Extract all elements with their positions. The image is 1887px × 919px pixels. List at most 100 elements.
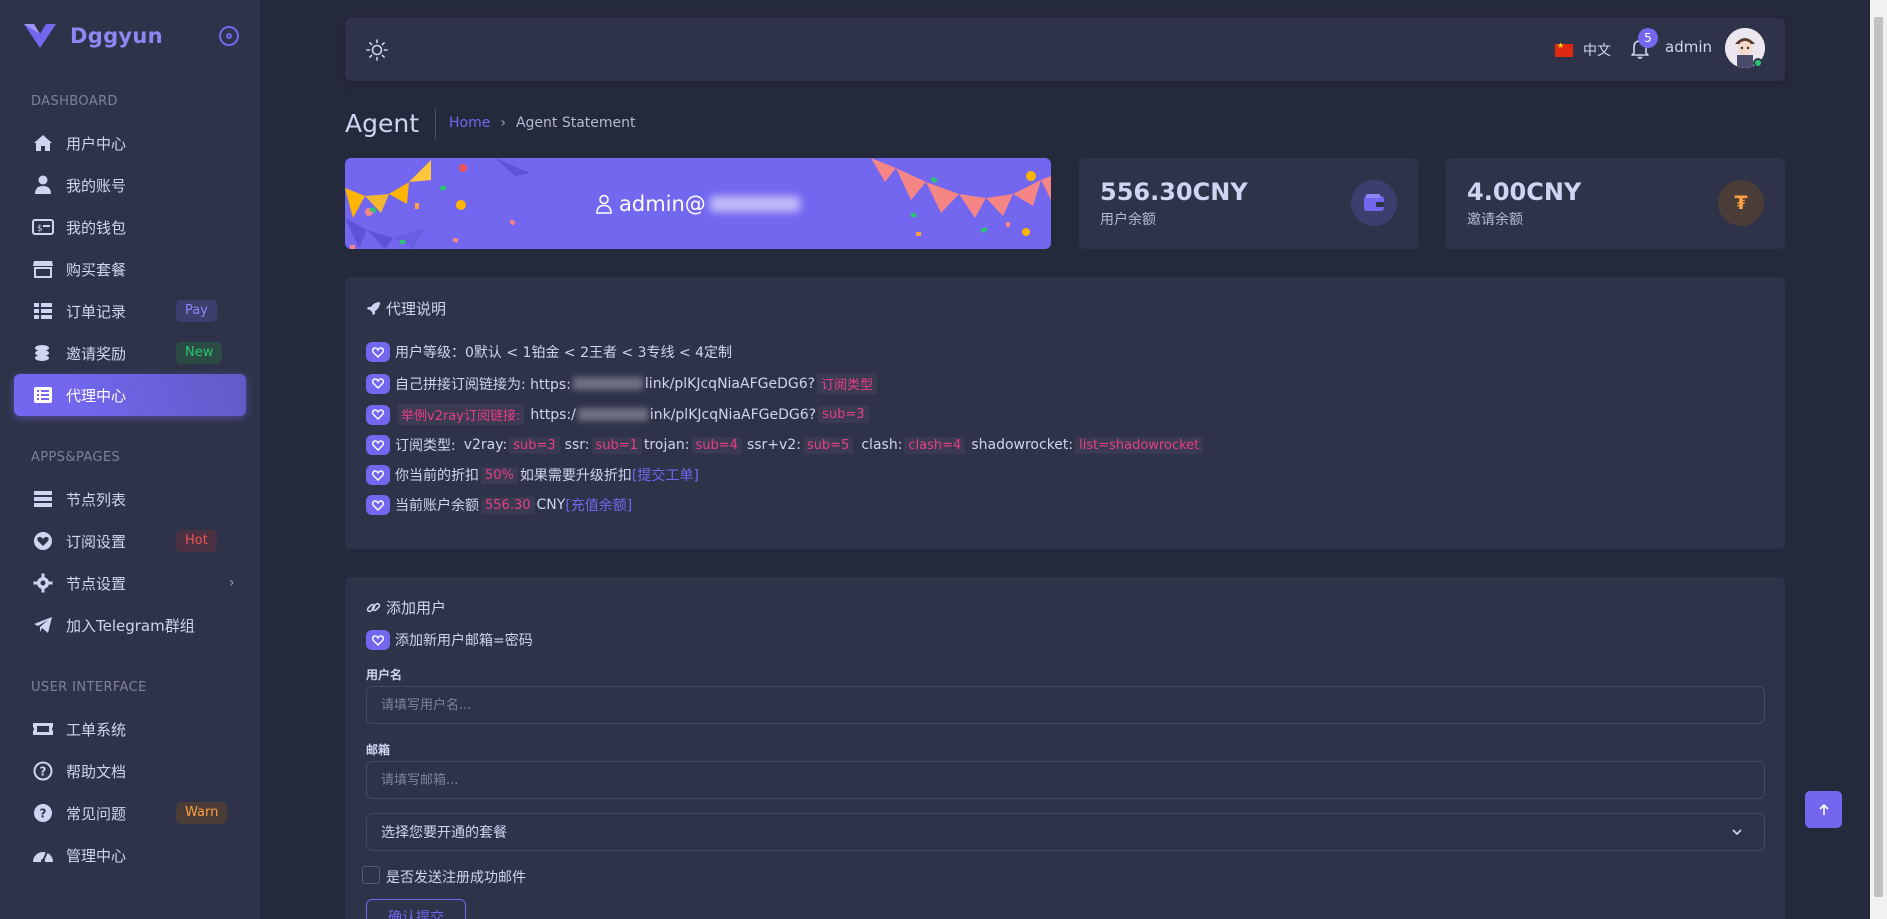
send-mail-label: 是否发送注册成功邮件 bbox=[386, 870, 526, 886]
chevron-right-icon: › bbox=[500, 115, 506, 131]
sidebar-item-telegram[interactable]: 加入Telegram群组 bbox=[14, 604, 246, 646]
svg-text:?: ? bbox=[40, 765, 47, 779]
sidebar-item-my-account[interactable]: 我的账号 bbox=[14, 164, 246, 206]
china-flag-icon bbox=[1555, 41, 1573, 57]
sidebar-item-agent-center[interactable]: 代理中心 bbox=[14, 374, 246, 416]
send-mail-checkbox[interactable] bbox=[362, 866, 380, 884]
info-line-discount: 你当前的折扣 50% 如果需要升级折扣 [提交工单] bbox=[366, 465, 699, 485]
type-code: list=shadowrocket bbox=[1075, 436, 1204, 454]
type-name: clash: bbox=[861, 437, 903, 453]
user-balance-card: 556.30CNY 用户余额 bbox=[1079, 158, 1418, 249]
hot-badge: Hot bbox=[176, 530, 217, 552]
link-icon bbox=[366, 602, 381, 613]
notification-count-badge: 5 bbox=[1638, 28, 1658, 48]
breadcrumb-home-link[interactable]: Home bbox=[449, 115, 490, 131]
brand-name: Dggyun bbox=[70, 24, 163, 48]
email-input[interactable] bbox=[366, 761, 1765, 799]
redacted-host bbox=[572, 377, 643, 390]
user-icon bbox=[31, 174, 55, 196]
heart-icon bbox=[366, 342, 390, 362]
list-table-icon bbox=[31, 300, 55, 322]
balance-prefix: 当前账户余额 bbox=[395, 498, 479, 514]
sidebar-item-my-wallet[interactable]: $ 我的钱包 bbox=[14, 206, 246, 248]
sidebar-item-subscription-settings[interactable]: 订阅设置 Hot bbox=[14, 520, 246, 562]
sidebar-item-node-list[interactable]: 节点列表 bbox=[14, 478, 246, 520]
sidebar-item-label: 常见问题 bbox=[66, 804, 127, 823]
username-label[interactable]: admin bbox=[1665, 38, 1712, 56]
sidebar-item-label: 用户中心 bbox=[66, 134, 127, 153]
submit-button[interactable]: 确认提交 bbox=[366, 899, 466, 919]
username-input[interactable] bbox=[366, 686, 1765, 724]
sidebar-item-help-docs[interactable]: ? 帮助文档 bbox=[14, 750, 246, 792]
sidebar-item-tickets[interactable]: 工单系统 bbox=[14, 708, 246, 750]
sidebar-item-label: 我的账号 bbox=[66, 176, 127, 195]
info-line-sub-link: 自己拼接订阅链接为: https: link/plKJcqNiaAFGeDG6?… bbox=[366, 373, 879, 394]
heart-circle-icon bbox=[31, 530, 55, 552]
recharge-link[interactable]: [充值余额] bbox=[565, 495, 632, 515]
add-user-panel: 添加用户 添加新用户邮箱=密码 用户名 邮箱 选择您要开通的套餐 是否发送注册成… bbox=[345, 577, 1785, 919]
arrow-up-icon bbox=[1818, 803, 1829, 815]
back-to-top-button[interactable] bbox=[1805, 791, 1842, 828]
invite-balance-card: 4.00CNY 邀请余额 ₮ bbox=[1446, 158, 1785, 249]
warn-badge: Warn bbox=[176, 802, 228, 824]
section-user-interface: USER INTERFACE bbox=[31, 680, 147, 695]
heart-icon bbox=[366, 495, 390, 515]
store-icon bbox=[31, 258, 55, 280]
discount-suffix: 如果需要升级折扣 bbox=[519, 468, 632, 484]
user-level-text: 用户等级：0默认 < 1铂金 < 2王者 < 3专线 < 4定制 bbox=[395, 345, 733, 361]
hero-user-email: admin@ bbox=[595, 192, 800, 216]
pay-badge: Pay bbox=[176, 300, 217, 322]
sidebar-item-label: 加入Telegram群组 bbox=[66, 616, 195, 635]
info-line-sub-types: 订阅类型: v2ray: sub=3 ssr: sub=1 trojan: sub=4… bbox=[366, 435, 1205, 455]
sidebar-item-orders[interactable]: 订单记录 Pay bbox=[14, 290, 246, 332]
section-apps-pages: APPS&PAGES bbox=[31, 450, 121, 465]
language-switcher[interactable]: 中文 bbox=[1555, 40, 1611, 60]
invite-balance-value: 4.00CNY bbox=[1467, 178, 1582, 206]
sidebar-item-label: 工单系统 bbox=[66, 720, 127, 739]
wallet-icon bbox=[1351, 180, 1397, 226]
hero-user-prefix: admin@ bbox=[619, 192, 706, 216]
example-tag: 举例v2ray订阅链接: bbox=[397, 404, 525, 425]
sidebar-item-user-center[interactable]: 用户中心 bbox=[14, 122, 246, 164]
question-icon: ? bbox=[31, 802, 55, 824]
sidebar-item-label: 代理中心 bbox=[66, 386, 127, 405]
balance-unit: CNY bbox=[536, 497, 566, 513]
add-user-title-text: 添加用户 bbox=[386, 599, 447, 617]
heart-icon bbox=[366, 373, 390, 394]
email-label: 邮箱 bbox=[366, 743, 391, 757]
type-code: sub=4 bbox=[691, 436, 742, 454]
telegram-icon bbox=[31, 614, 55, 636]
type-name: v2ray: bbox=[463, 437, 508, 453]
plan-select[interactable]: 选择您要开通的套餐 bbox=[366, 813, 1765, 851]
sidebar-item-invite-rewards[interactable]: 邀请奖励 New bbox=[14, 332, 246, 374]
sidebar-toggle-icon[interactable] bbox=[219, 26, 239, 46]
scrollbar-thumb[interactable] bbox=[1874, 17, 1883, 897]
redacted-domain bbox=[709, 196, 800, 212]
theme-toggle-sun-icon[interactable] bbox=[366, 39, 388, 61]
sidebar-item-admin-center[interactable]: 管理中心 bbox=[14, 834, 246, 876]
list-alt-icon bbox=[31, 384, 55, 406]
page-title: Agent bbox=[345, 109, 419, 138]
plan-select-value: 选择您要开通的套餐 bbox=[381, 825, 507, 841]
submit-ticket-link[interactable]: [提交工单] bbox=[632, 465, 699, 485]
rocket-icon bbox=[367, 302, 380, 315]
type-code: sub=5 bbox=[802, 436, 854, 454]
type-name: shadowrocket: bbox=[971, 437, 1074, 453]
new-badge: New bbox=[176, 342, 223, 364]
type-name: ssr+v2: bbox=[746, 437, 801, 453]
sub-link-prefix: 自己拼接订阅链接为: https: bbox=[395, 376, 571, 393]
chevron-right-icon: › bbox=[229, 575, 235, 591]
type-name: trojan: bbox=[643, 437, 690, 453]
breadcrumb: Home › Agent Statement bbox=[449, 115, 636, 131]
server-list-icon bbox=[31, 488, 55, 510]
sidebar-item-buy-plan[interactable]: 购买套餐 bbox=[14, 248, 246, 290]
chevron-down-icon bbox=[1732, 829, 1742, 836]
info-line-balance: 当前账户余额 556.30 CNY [充值余额] bbox=[366, 495, 632, 515]
user-outline-icon bbox=[596, 194, 612, 214]
breadcrumb-current: Agent Statement bbox=[515, 115, 636, 131]
info-line-example: 举例v2ray订阅链接: https:/ ink/plKJcqNiaAFGeDG… bbox=[366, 404, 871, 425]
user-hero-card: admin@ bbox=[345, 158, 1051, 249]
sidebar-item-faq[interactable]: ? 常见问题 Warn bbox=[14, 792, 246, 834]
invite-balance-label: 邀请余额 bbox=[1467, 212, 1523, 228]
sidebar-item-node-settings[interactable]: 节点设置 › bbox=[14, 562, 246, 604]
